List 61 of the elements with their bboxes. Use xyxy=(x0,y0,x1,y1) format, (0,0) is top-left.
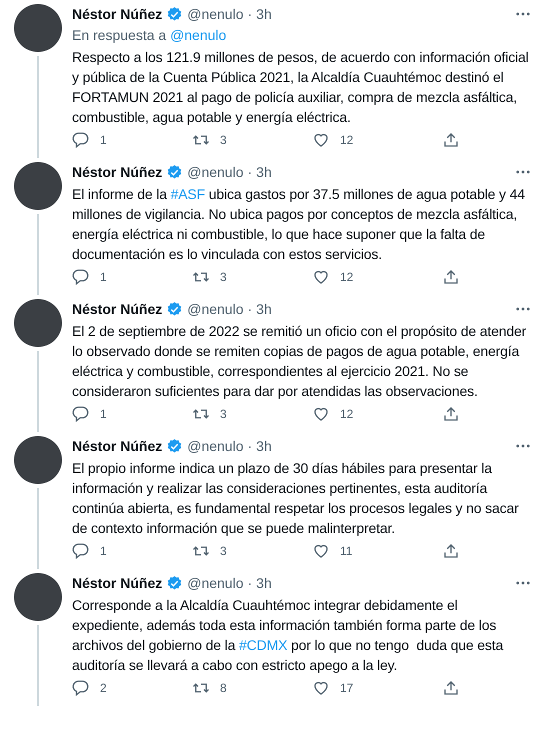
reply-icon[interactable] xyxy=(72,542,90,560)
reply-icon[interactable] xyxy=(72,405,90,423)
timestamp[interactable]: 3h xyxy=(256,438,272,454)
share-icon[interactable] xyxy=(442,542,460,560)
reply-icon[interactable] xyxy=(72,131,90,149)
tweet-text: El informe de la #ASF ubica gastos por 37.5 millones de agua potable y 44 millones de vigilancia. No ubica pagos por conceptos de mezcla asfáltica, energía eléctrica ni combustible, lo que hace suponer que la falta de documentación es lo vinculada con estos servicios. xyxy=(72,185,526,264)
tweet-text: Corresponde a la Alcaldía Cuauhtémoc integrar debidamente el expediente, además toda esta información también forma parte de los archivos del gobierno de la #CDMX por lo que no tengo duda que esta auditoría se llevará a cabo con estricto apego a la ley. xyxy=(72,596,504,675)
reply-count: 1 xyxy=(100,133,107,147)
retweet-count: 3 xyxy=(220,407,227,421)
author-name[interactable]: Néstor Núñez xyxy=(72,6,162,22)
reply-count: 1 xyxy=(100,407,107,421)
share-icon[interactable] xyxy=(442,131,460,149)
separator: · xyxy=(248,6,252,22)
avatar[interactable] xyxy=(14,436,62,484)
tweet-text: El 2 de septiembre de 2022 se remitió un oficio con el propósito de atender lo observado donde se remiten copias de pagos de agua potable, energía eléctrica y combustible, correspondientes al ejercicio 2021. No se consideraron suficientes para dar por atendidas las observaciones. xyxy=(72,322,528,401)
author-name[interactable]: Néstor Núñez xyxy=(72,575,162,591)
reply-count: 1 xyxy=(100,544,107,558)
like-icon[interactable] xyxy=(312,131,330,149)
share-icon[interactable] xyxy=(442,405,460,423)
like-icon[interactable] xyxy=(312,542,330,560)
like-count: 12 xyxy=(340,407,354,421)
author-name[interactable]: Néstor Núñez xyxy=(72,438,162,454)
timestamp[interactable]: 3h xyxy=(256,301,272,317)
like-count: 12 xyxy=(340,133,354,147)
share-icon[interactable] xyxy=(442,679,460,697)
timestamp[interactable]: 3h xyxy=(256,6,272,22)
retweet-count: 3 xyxy=(220,270,227,284)
like-icon[interactable] xyxy=(312,405,330,423)
author-handle[interactable]: @nenulo xyxy=(187,575,244,591)
avatar[interactable] xyxy=(14,4,62,52)
separator: · xyxy=(248,301,252,317)
retweet-count: 3 xyxy=(220,544,227,558)
retweet-count: 8 xyxy=(220,681,227,695)
author-handle[interactable]: @nenulo xyxy=(187,164,244,180)
author-name[interactable]: Néstor Núñez xyxy=(72,301,162,317)
reply-icon[interactable] xyxy=(72,679,90,697)
separator: · xyxy=(248,575,252,591)
separator: · xyxy=(248,164,252,180)
like-count: 17 xyxy=(340,681,354,695)
timestamp[interactable]: 3h xyxy=(256,164,272,180)
author-handle[interactable]: @nenulo xyxy=(187,301,244,317)
reply-icon[interactable] xyxy=(72,268,90,286)
reply-count: 2 xyxy=(100,681,107,695)
tweet-text: Respecto a los 121.9 millones de pesos, de acuerdo con información oficial y pública de la Cuenta Pública 2021, la Alcaldía Cuauhtémoc destinó el FORTAMUN 2021 al pago de policía auxiliar, compra de mezcla asfáltica, combustible, agua potable y energía eléctrica. xyxy=(72,48,530,127)
separator: · xyxy=(248,438,252,454)
timestamp[interactable]: 3h xyxy=(256,575,272,591)
author-name[interactable]: Néstor Núñez xyxy=(72,164,162,180)
author-handle[interactable]: @nenulo xyxy=(187,438,244,454)
reply-context: En respuesta a @nenulo xyxy=(72,26,228,45)
avatar[interactable] xyxy=(14,162,62,210)
share-icon[interactable] xyxy=(442,268,460,286)
reply-count: 1 xyxy=(100,270,107,284)
like-icon[interactable] xyxy=(312,268,330,286)
like-count: 12 xyxy=(340,270,354,284)
author-handle[interactable]: @nenulo xyxy=(187,6,244,22)
avatar[interactable] xyxy=(14,573,62,621)
retweet-count: 3 xyxy=(220,133,227,147)
avatar[interactable] xyxy=(14,299,62,347)
like-count: 11 xyxy=(340,544,352,558)
like-icon[interactable] xyxy=(312,679,330,697)
tweet-text: El propio informe indica un plazo de 30 días hábiles para presentar la información y realizar las consideraciones pertinentes, esta auditoría continúa abierta, es fundamental respetar los procesos legales y no sacar de contexto información que se puede malinterpretar. xyxy=(72,459,520,538)
